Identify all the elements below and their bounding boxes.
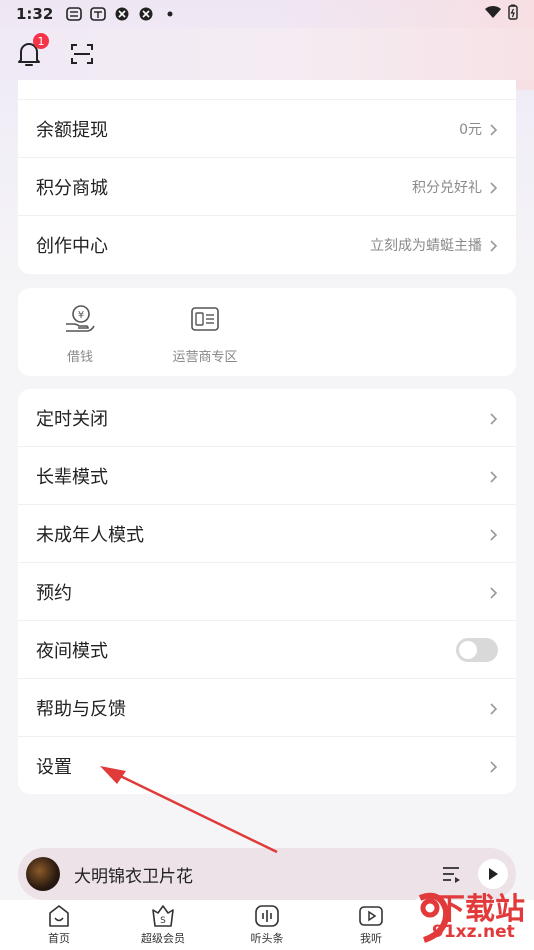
help-feedback-row[interactable]: 帮助与反馈 bbox=[18, 679, 516, 737]
home-icon bbox=[46, 904, 72, 928]
withdraw-balance-row[interactable]: 余额提现 0元 bbox=[18, 100, 516, 158]
tab-super-vip[interactable]: S 超级会员 bbox=[133, 904, 193, 946]
chevron-right-icon bbox=[488, 469, 498, 483]
night-mode-row: 夜间模式 bbox=[18, 621, 516, 679]
tab-label: 听头条 bbox=[250, 932, 284, 945]
loan-service[interactable]: ¥ 借钱 bbox=[30, 288, 130, 376]
row-label: 创作中心 bbox=[36, 236, 108, 257]
battery-icon bbox=[508, 4, 518, 24]
chevron-right-icon bbox=[488, 238, 498, 252]
row-label: 夜间模式 bbox=[36, 640, 108, 662]
notification-app-icon bbox=[89, 6, 107, 22]
chevron-right-icon bbox=[488, 411, 498, 425]
row-label: 积分商城 bbox=[36, 177, 108, 199]
notification-app-icon bbox=[113, 6, 131, 22]
video-play-icon bbox=[358, 904, 384, 928]
tab-label: 首页 bbox=[48, 932, 70, 945]
notification-app-icon bbox=[65, 6, 83, 22]
services-card: ¥ 借钱 运营商专区 bbox=[18, 288, 516, 376]
status-time: 1:32 bbox=[16, 5, 54, 23]
chevron-right-icon bbox=[488, 759, 498, 773]
service-label: 借钱 bbox=[66, 350, 93, 365]
minor-mode-row[interactable]: 未成年人模式 bbox=[18, 505, 516, 563]
header-bar: 1 bbox=[0, 28, 534, 80]
status-bar: 1:32 bbox=[0, 0, 534, 28]
scan-icon[interactable] bbox=[70, 42, 94, 66]
reservation-row[interactable]: 预约 bbox=[18, 563, 516, 621]
carrier-icon bbox=[189, 304, 221, 334]
svg-text:¥: ¥ bbox=[78, 310, 84, 321]
settings-card: 定时关闭 长辈模式 未成年人模式 预约 夜间模式 帮助与反馈 设置 bbox=[18, 389, 516, 794]
night-mode-toggle[interactable] bbox=[456, 637, 498, 662]
play-icon bbox=[489, 868, 498, 880]
row-label: 帮助与反馈 bbox=[36, 698, 126, 720]
row-label: 余额提现 bbox=[36, 119, 108, 141]
player-title[interactable]: 大明锦衣卫片花 bbox=[74, 862, 193, 887]
more-notifications-dot-icon bbox=[161, 6, 179, 22]
svg-text:S: S bbox=[160, 916, 166, 926]
row-label: 未成年人模式 bbox=[36, 524, 144, 546]
chevron-right-icon bbox=[488, 122, 498, 136]
tab-home[interactable]: 首页 bbox=[29, 904, 89, 946]
row-value: 0元 bbox=[459, 121, 482, 138]
audio-wave-icon bbox=[254, 904, 280, 928]
elder-mode-row[interactable]: 长辈模式 bbox=[18, 447, 516, 505]
points-mall-row[interactable]: 积分商城 积分兑好礼 bbox=[18, 158, 516, 216]
chevron-right-icon bbox=[488, 527, 498, 541]
album-cover[interactable] bbox=[26, 857, 60, 891]
row-label: 长辈模式 bbox=[36, 466, 108, 488]
chevron-right-icon bbox=[488, 585, 498, 599]
chevron-right-icon bbox=[488, 180, 498, 194]
tab-headlines[interactable]: 听头条 bbox=[237, 904, 297, 946]
chevron-right-icon bbox=[488, 701, 498, 715]
wifi-icon bbox=[484, 5, 502, 23]
row-value: 立刻成为蜻蜓主播 bbox=[370, 238, 482, 254]
row-value: 积分兑好礼 bbox=[412, 179, 482, 196]
service-label: 运营商专区 bbox=[172, 350, 238, 365]
row-label: 设置 bbox=[36, 757, 72, 778]
notification-badge: 1 bbox=[33, 33, 49, 49]
creator-center-row[interactable]: 创作中心 立刻成为蜻蜓主播 bbox=[18, 216, 516, 274]
settings-row[interactable]: 设置 bbox=[18, 737, 516, 795]
vip-icon: S bbox=[150, 904, 176, 928]
row-label: 定时关闭 bbox=[36, 408, 108, 430]
loan-icon: ¥ bbox=[64, 304, 96, 334]
row-label: 预约 bbox=[36, 582, 72, 604]
watermark-text-bottom: 91xz.net bbox=[432, 922, 515, 942]
tab-label: 超级会员 bbox=[141, 932, 185, 945]
carrier-service[interactable]: 运营商专区 bbox=[155, 288, 255, 376]
tab-my-listen[interactable]: 我听 bbox=[341, 904, 401, 946]
tab-label: 我听 bbox=[360, 932, 382, 945]
notification-app-icon bbox=[137, 6, 155, 22]
timer-close-row[interactable]: 定时关闭 bbox=[18, 389, 516, 447]
